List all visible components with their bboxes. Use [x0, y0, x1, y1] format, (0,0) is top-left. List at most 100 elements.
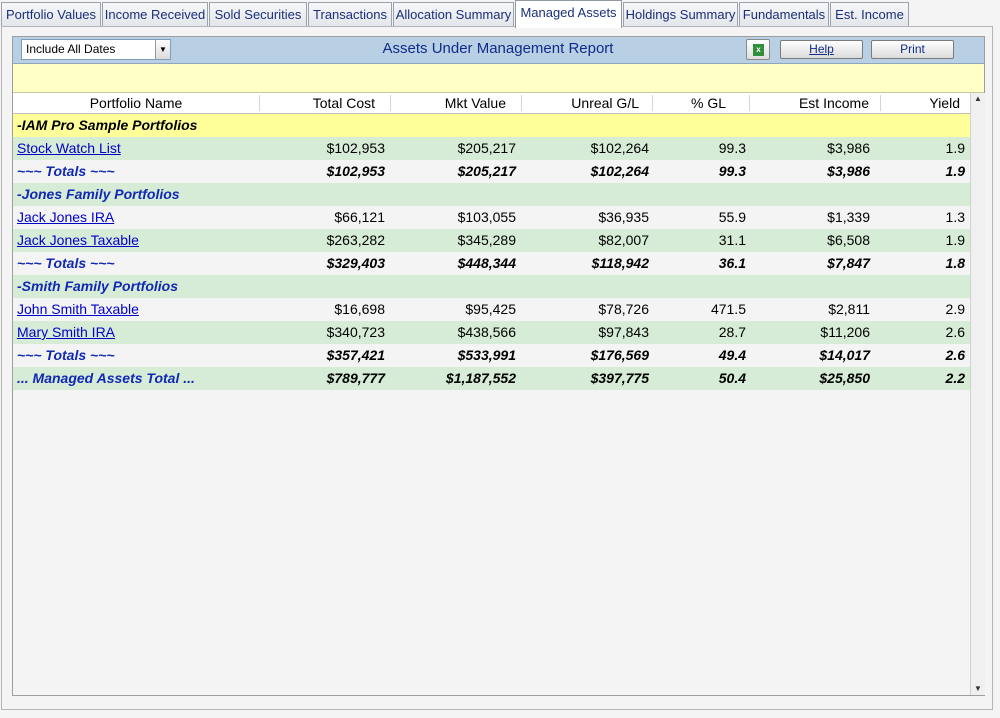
yield-cell: 1.9 [945, 232, 965, 248]
unreal-gl-cell: $118,942 [591, 255, 649, 271]
pct-gl-cell: 49.4 [718, 347, 746, 363]
mkt-value-cell: $205,217 [457, 163, 516, 179]
column-header-unreal-gl[interactable]: Unreal G/L [521, 93, 643, 113]
total-cost-cell: $16,698 [334, 301, 385, 317]
report-title: Assets Under Management Report [382, 40, 614, 57]
portfolio-link[interactable]: John Smith Taxable [17, 298, 257, 321]
totals-row: ... Managed Assets Total ... $789,777 $1,1… [13, 367, 970, 390]
mkt-value-cell: $448,344 [457, 255, 516, 271]
column-header-portfolio-name[interactable]: Portfolio Name [13, 93, 259, 113]
est-income-cell: $11,206 [820, 324, 870, 340]
unreal-gl-cell: $36,935 [598, 209, 649, 225]
unreal-gl-cell: $102,264 [590, 163, 649, 179]
portfolio-link[interactable]: Jack Jones IRA [17, 206, 257, 229]
totals-row: ~~~ Totals ~~~ $102,953 $205,217 $102,264 99… [13, 160, 970, 183]
yield-cell: 2.6 [945, 324, 965, 340]
report-frame: Include All Dates ▼ Assets Under Managem… [1, 26, 993, 710]
totals-row: ~~~ Totals ~~~ $329,403 $448,344 $118,942 36… [13, 252, 970, 275]
totals-label: ~~~ Totals ~~~ [17, 163, 115, 179]
pct-gl-cell: 50.4 [718, 370, 746, 386]
totals-label: ~~~ Totals ~~~ [17, 347, 115, 363]
pct-gl-cell: 55.9 [718, 209, 746, 225]
tab-sold-securities[interactable]: Sold Securities [209, 2, 307, 26]
column-header-mkt-value[interactable]: Mkt Value [390, 93, 510, 113]
group-label: -Smith Family Portfolios [17, 278, 179, 294]
mkt-value-cell: $95,425 [465, 301, 516, 317]
report-header: Include All Dates ▼ Assets Under Managem… [13, 37, 984, 64]
tab-managed-assets[interactable]: Managed Assets [515, 0, 622, 28]
pct-gl-cell: 471.5 [710, 301, 746, 317]
total-cost-cell: $263,282 [326, 232, 385, 248]
unreal-gl-cell: $176,569 [590, 347, 649, 363]
unreal-gl-cell: $397,775 [590, 370, 649, 386]
total-cost-cell: $102,953 [326, 163, 385, 179]
group-row: -Smith Family Portfolios [13, 275, 970, 298]
report-tab-bar: Portfolio Values Income Received Sold Se… [0, 0, 1000, 28]
chevron-down-icon[interactable]: ▼ [155, 40, 170, 59]
portfolio-link[interactable]: Jack Jones Taxable [17, 229, 257, 252]
column-header-total-cost[interactable]: Total Cost [259, 93, 379, 113]
vertical-scrollbar[interactable]: ▲ ▼ [970, 93, 985, 695]
date-filter-select[interactable]: Include All Dates ▼ [21, 39, 171, 60]
totals-label: ... Managed Assets Total ... [17, 370, 195, 386]
est-income-cell: $1,339 [827, 209, 870, 225]
mkt-value-cell: $533,991 [457, 347, 516, 363]
group-label: -IAM Pro Sample Portfolios [17, 117, 198, 133]
yield-cell: 1.9 [945, 140, 965, 156]
column-header-yield[interactable]: Yield [880, 93, 964, 113]
pct-gl-cell: 99.3 [718, 140, 746, 156]
unreal-gl-cell: $78,726 [598, 301, 649, 317]
total-cost-cell: $66,121 [334, 209, 385, 225]
tab-transactions[interactable]: Transactions [308, 2, 392, 26]
print-button[interactable]: Print [871, 40, 954, 59]
yield-cell: 2.2 [945, 370, 965, 386]
info-band [13, 64, 984, 93]
column-header-est-income[interactable]: Est Income [749, 93, 873, 113]
unreal-gl-cell: $97,843 [598, 324, 649, 340]
help-button[interactable]: Help [780, 40, 863, 59]
table-row: Mary Smith IRA $340,723 $438,566 $97,843 28.… [13, 321, 970, 344]
excel-export-button[interactable]: x [746, 39, 770, 60]
est-income-cell: $2,811 [828, 301, 870, 317]
tab-holdings-summary[interactable]: Holdings Summary [623, 2, 738, 26]
excel-export-icon: x [753, 44, 764, 56]
est-income-cell: $3,986 [827, 140, 870, 156]
yield-cell: 1.8 [945, 255, 965, 271]
totals-label: ~~~ Totals ~~~ [17, 255, 115, 271]
date-filter-value: Include All Dates [26, 42, 116, 56]
pct-gl-cell: 36.1 [718, 255, 746, 271]
tab-est-income[interactable]: Est. Income [830, 2, 909, 26]
est-income-cell: $14,017 [819, 347, 870, 363]
tab-portfolio-values[interactable]: Portfolio Values [1, 2, 101, 26]
tab-income-received[interactable]: Income Received [102, 2, 208, 26]
mkt-value-cell: $345,289 [457, 232, 516, 248]
yield-cell: 2.6 [945, 347, 965, 363]
est-income-cell: $25,850 [819, 370, 870, 386]
portfolio-link[interactable]: Stock Watch List [17, 137, 257, 160]
mkt-value-cell: $103,055 [457, 209, 516, 225]
unreal-gl-cell: $102,264 [590, 140, 649, 156]
pct-gl-cell: 28.7 [718, 324, 746, 340]
yield-cell: 1.3 [945, 209, 965, 225]
group-row: -IAM Pro Sample Portfolios [13, 114, 970, 137]
portfolio-link[interactable]: Mary Smith IRA [17, 321, 257, 344]
total-cost-cell: $102,953 [326, 140, 385, 156]
pct-gl-cell: 99.3 [718, 163, 746, 179]
tab-fundamentals[interactable]: Fundamentals [739, 2, 829, 26]
yield-cell: 1.9 [945, 163, 965, 179]
table-row: Jack Jones IRA $66,121 $103,055 $36,935 55.9… [13, 206, 970, 229]
group-label: -Jones Family Portfolios [17, 186, 180, 202]
scroll-down-icon[interactable]: ▼ [971, 683, 985, 695]
total-cost-cell: $357,421 [326, 347, 385, 363]
total-cost-cell: $329,403 [326, 255, 385, 271]
managed-assets-table: Portfolio Name Total Cost Mkt Value Unre… [13, 93, 970, 695]
table-row: John Smith Taxable $16,698 $95,425 $78,726 4… [13, 298, 970, 321]
table-row: Stock Watch List $102,953 $205,217 $102,264… [13, 137, 970, 160]
tab-allocation-summary[interactable]: Allocation Summary [393, 2, 514, 26]
pct-gl-cell: 31.1 [718, 232, 746, 248]
mkt-value-cell: $1,187,552 [445, 370, 516, 386]
column-header-pct-gl[interactable]: % GL [652, 93, 730, 113]
table-row: Jack Jones Taxable $263,282 $345,289 $82,00… [13, 229, 970, 252]
mkt-value-cell: $205,217 [457, 140, 516, 156]
scroll-up-icon[interactable]: ▲ [971, 93, 985, 105]
